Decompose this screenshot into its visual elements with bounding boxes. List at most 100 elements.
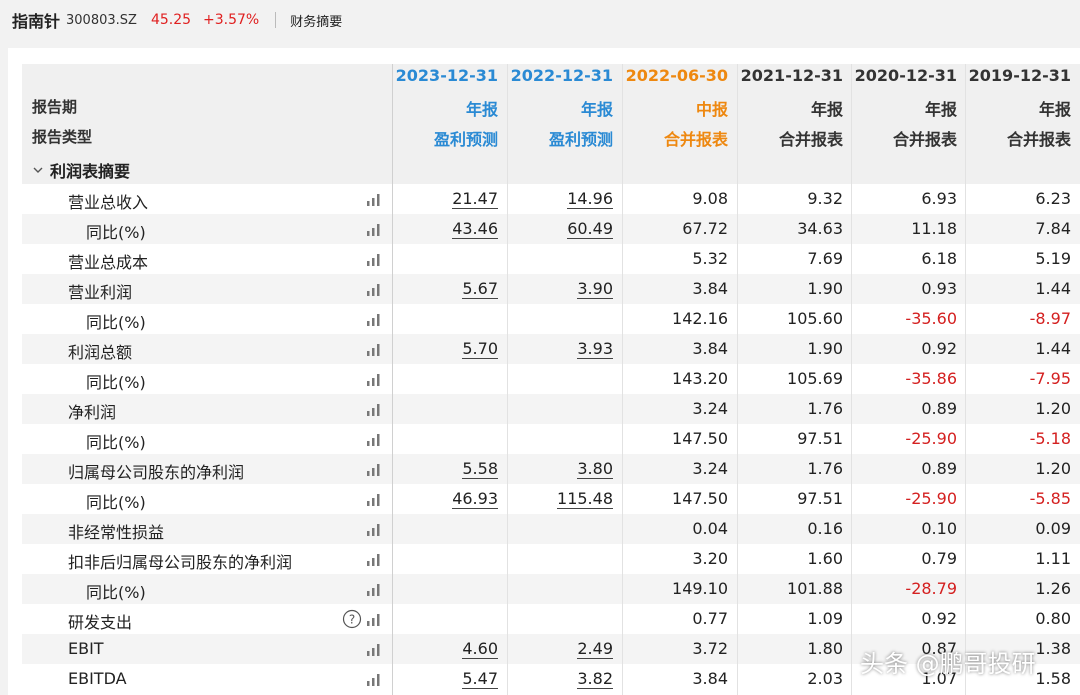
table-cell: -25.90	[905, 429, 957, 448]
table-cell: 97.51	[797, 489, 843, 508]
cell-value: 5.58	[462, 459, 498, 479]
column-divider	[965, 64, 966, 695]
column-period-type: 年报	[465, 100, 498, 119]
column-divider	[737, 64, 738, 695]
table-cell: 0.89	[921, 459, 957, 478]
stock-price: 45.25	[150, 12, 192, 28]
column-report-kind: 合并报表	[663, 130, 728, 149]
bar-chart-icon[interactable]	[366, 283, 382, 296]
table-cell: 5.19	[1035, 249, 1071, 268]
cell-value: 5.67	[462, 279, 498, 299]
table-row[interactable]: 同比(%) 149.10 101.88 -28.79 1.26	[22, 574, 1080, 604]
bar-chart-icon[interactable]	[366, 343, 382, 356]
table-cell: 7.69	[807, 249, 843, 268]
table-row[interactable]: 扣非后归属母公司股东的净利润 3.20 1.60 0.79 1.11	[22, 544, 1080, 574]
column-period-type: 年报	[924, 100, 957, 119]
table-row[interactable]: 净利润 3.24 1.76 0.89 1.20	[22, 394, 1080, 424]
chevron-down-icon[interactable]	[32, 164, 44, 176]
bar-chart-icon[interactable]	[366, 313, 382, 326]
table-cell: 14.96	[507, 189, 621, 209]
cell-value: 5.47	[462, 669, 498, 689]
bar-chart-icon[interactable]	[366, 493, 382, 506]
bar-chart-icon[interactable]	[366, 673, 382, 686]
column-header[interactable]: 2019-12-31 年报 合并报表	[965, 64, 1079, 156]
table-row[interactable]: 研发支出? 0.77 1.09 0.92 0.80	[22, 604, 1080, 634]
table-row[interactable]: 营业利润 5.67 3.90 3.84 1.90 0.93 1.44	[22, 274, 1080, 304]
row-label: 净利润	[68, 403, 117, 422]
table-cell: 3.84	[692, 279, 728, 298]
row-label: 同比(%)	[86, 493, 146, 512]
report-period-label: 报告期	[32, 98, 78, 116]
table-cell: 2.03	[807, 669, 843, 688]
table-cell: 3.20	[692, 549, 728, 568]
table-cell: 1.80	[807, 639, 843, 658]
column-report-kind: 盈利预测	[548, 130, 613, 149]
cell-value: 115.48	[557, 489, 613, 509]
table-row[interactable]: 同比(%) 143.20 105.69 -35.86 -7.95	[22, 364, 1080, 394]
cell-value: 4.60	[462, 639, 498, 659]
table-cell: 3.80	[507, 459, 621, 479]
bar-chart-icon[interactable]	[366, 463, 382, 476]
table-row[interactable]: 营业总成本 5.32 7.69 6.18 5.19	[22, 244, 1080, 274]
table-cell: 1.90	[807, 279, 843, 298]
table-cell: 1.26	[1035, 579, 1071, 598]
table-cell: 0.92	[921, 609, 957, 628]
row-label: 研发支出	[68, 613, 133, 632]
row-label: 利润总额	[68, 343, 133, 362]
table-cell: 3.72	[692, 639, 728, 658]
table-row[interactable]: 非经常性损益 0.04 0.16 0.10 0.09	[22, 514, 1080, 544]
cell-value: 46.93	[452, 489, 498, 509]
table-cell: 0.92	[921, 339, 957, 358]
table-cell: 1.20	[1035, 459, 1071, 478]
bar-chart-icon[interactable]	[366, 253, 382, 266]
bar-chart-icon[interactable]	[366, 643, 382, 656]
bar-chart-icon[interactable]	[366, 433, 382, 446]
table-row[interactable]: 归属母公司股东的净利润 5.58 3.80 3.24 1.76 0.89 1.20	[22, 454, 1080, 484]
bar-chart-icon[interactable]	[366, 403, 382, 416]
table-cell: 3.82	[507, 669, 621, 689]
column-header[interactable]: 2022-06-30 中报 合并报表	[622, 64, 736, 156]
column-divider	[392, 64, 393, 695]
column-date: 2021-12-31	[740, 66, 843, 85]
table-cell: 4.60	[392, 639, 506, 659]
bar-chart-icon[interactable]	[366, 613, 382, 626]
column-header[interactable]: 2020-12-31 年报 合并报表	[851, 64, 965, 156]
column-header[interactable]: 2022-12-31 年报 盈利预测	[507, 64, 621, 156]
section-income-statement[interactable]: 利润表摘要	[22, 156, 1080, 184]
stock-change: +3.57%	[203, 12, 260, 28]
column-report-kind: 合并报表	[892, 130, 957, 149]
table-cell: 1.90	[807, 339, 843, 358]
column-header[interactable]: 2021-12-31 年报 合并报表	[737, 64, 851, 156]
cell-value: 3.80	[577, 459, 613, 479]
bar-chart-icon[interactable]	[366, 523, 382, 536]
column-header[interactable]: 2023-12-31 年报 盈利预测	[392, 64, 506, 156]
row-label: 同比(%)	[86, 373, 146, 392]
bar-chart-icon[interactable]	[366, 373, 382, 386]
table-row[interactable]: 营业总收入 21.47 14.96 9.08 9.32 6.93 6.23	[22, 184, 1080, 214]
table-cell: 34.63	[797, 219, 843, 238]
table-row[interactable]: 同比(%) 147.50 97.51 -25.90 -5.18	[22, 424, 1080, 454]
table-row[interactable]: 同比(%) 43.46 60.49 67.72 34.63 11.18 7.84	[22, 214, 1080, 244]
cell-value: 5.70	[462, 339, 498, 359]
table-row[interactable]: 同比(%) 46.93 115.48 147.50 97.51 -25.90 -5.85	[22, 484, 1080, 514]
table-cell: 105.69	[787, 369, 843, 388]
table-cell: 105.60	[787, 309, 843, 328]
row-label: EBITDA	[68, 669, 127, 688]
table-row[interactable]: 同比(%) 142.16 105.60 -35.60 -8.97	[22, 304, 1080, 334]
cell-value: 21.47	[452, 189, 498, 209]
cell-value: 3.93	[577, 339, 613, 359]
tab-financial-summary[interactable]: 财务摘要	[290, 11, 342, 30]
bar-chart-icon[interactable]	[366, 583, 382, 596]
table-row[interactable]: 利润总额 5.70 3.93 3.84 1.90 0.92 1.44	[22, 334, 1080, 364]
table-cell: -25.90	[905, 489, 957, 508]
table-cell: 3.84	[692, 669, 728, 688]
bar-chart-icon[interactable]	[366, 193, 382, 206]
bar-chart-icon[interactable]	[366, 553, 382, 566]
bar-chart-icon[interactable]	[366, 223, 382, 236]
table-cell: 147.50	[672, 489, 728, 508]
help-icon[interactable]: ?	[342, 609, 362, 629]
table-cell: 7.84	[1035, 219, 1071, 238]
table-cell: 1.76	[807, 399, 843, 418]
column-report-kind: 合并报表	[1006, 130, 1071, 149]
table-cell: 60.49	[507, 219, 621, 239]
